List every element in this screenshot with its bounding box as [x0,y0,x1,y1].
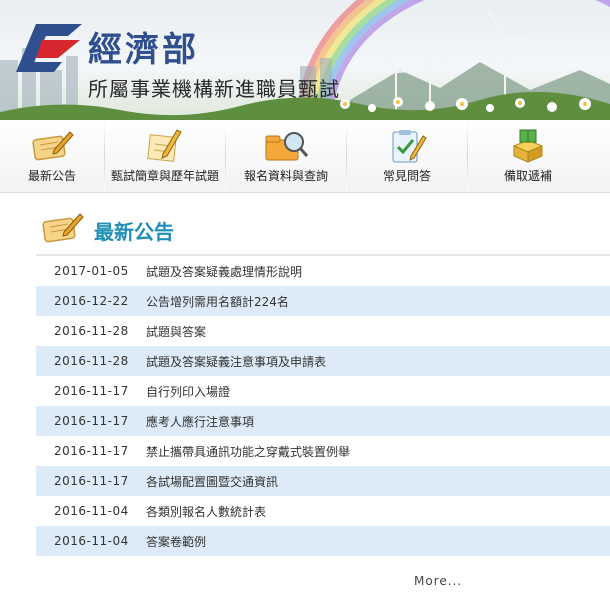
announcement-title[interactable]: 試題與答案 [146,323,610,340]
nav-item-faq[interactable]: 常見問答 [347,120,467,192]
nav-item-latest-news[interactable]: 最新公告 [0,120,104,192]
announcement-title[interactable]: 各類別報名人數統計表 [146,503,610,520]
announcement-date: 2016-11-28 [54,324,129,338]
announcement-date: 2016-11-17 [54,384,129,398]
nav-label: 最新公告 [27,169,76,183]
announcement-title[interactable]: 禁止攜帶具通訊功能之穿戴式裝置例舉 [146,443,610,460]
stacked-box-icon [506,128,550,168]
notepad-pencil-icon [30,128,74,168]
notepad-pencil-icon [40,210,84,250]
announcement-row[interactable]: 2016-11-04 答案卷範例 [36,526,610,556]
ministry-logo [16,24,82,72]
ministry-name: 經濟部 [88,30,199,70]
announcement-title[interactable]: 各試場配置圖暨交通資訊 [146,473,610,490]
announcement-date: 2017-01-05 [54,264,129,278]
announcement-date: 2016-11-04 [54,504,129,518]
announcement-list: 2017-01-05 試題及答案疑義處理情形說明 2016-12-22 公告增列… [36,256,610,556]
header-banner: 經濟部 所屬事業機構新進職員甄試 [0,0,610,120]
nav-item-exam-brochure[interactable]: 甄試簡章與歷年試題 [105,120,225,192]
announcement-row[interactable]: 2016-11-17 各試場配置圖暨交通資訊 [36,466,610,496]
more-link[interactable]: More... [414,574,462,588]
announcement-date: 2016-11-17 [54,444,129,458]
section-title: 最新公告 [94,219,174,244]
announcement-date: 2016-12-22 [54,294,129,308]
announcement-row[interactable]: 2016-11-17 自行列印入場證 [36,376,610,406]
announcement-row[interactable]: 2017-01-05 試題及答案疑義處理情形說明 [36,256,610,286]
nav-label: 常見問答 [382,169,431,183]
announcement-title[interactable]: 自行列印入場證 [146,383,610,400]
nav-label: 備取遞補 [503,169,552,183]
announcement-row[interactable]: 2016-11-17 應考人應行注意事項 [36,406,610,436]
announcement-title[interactable]: 公告增列需用名額計224名 [146,293,610,310]
announcement-date: 2016-11-17 [54,474,129,488]
announcement-title[interactable]: 試題及答案疑義處理情形說明 [146,263,610,280]
announcement-date: 2016-11-04 [54,534,129,548]
main-nav: 最新公告 甄試簡章與歷年試題 報名資料與查詢 常見問答 備取遞補 [0,120,610,193]
clipboard-check-icon [385,128,429,168]
announcement-title[interactable]: 試題及答案疑義注意事項及申請表 [146,353,610,370]
announcement-date: 2016-11-17 [54,414,129,428]
announcement-row[interactable]: 2016-11-04 各類別報名人數統計表 [36,496,610,526]
section-header: 最新公告 [40,212,174,248]
announcement-title[interactable]: 答案卷範例 [146,533,610,550]
exam-subtitle: 所屬事業機構新進職員甄試 [88,77,340,101]
nav-label: 報名資料與查詢 [243,169,328,183]
paper-pen-icon [143,128,187,168]
announcement-row[interactable]: 2016-11-28 試題與答案 [36,316,610,346]
announcement-date: 2016-11-28 [54,354,129,368]
announcement-row[interactable]: 2016-12-22 公告增列需用名額計224名 [36,286,610,316]
announcement-row[interactable]: 2016-11-28 試題及答案疑義注意事項及申請表 [36,346,610,376]
announcement-row[interactable]: 2016-11-17 禁止攜帶具通訊功能之穿戴式裝置例舉 [36,436,610,466]
nav-label: 甄試簡章與歷年試題 [110,169,219,183]
announcement-title[interactable]: 應考人應行注意事項 [146,413,610,430]
nav-item-waitlist[interactable]: 備取遞補 [468,120,588,192]
magnifier-folder-icon [262,128,310,168]
nav-item-registration[interactable]: 報名資料與查詢 [226,120,346,192]
